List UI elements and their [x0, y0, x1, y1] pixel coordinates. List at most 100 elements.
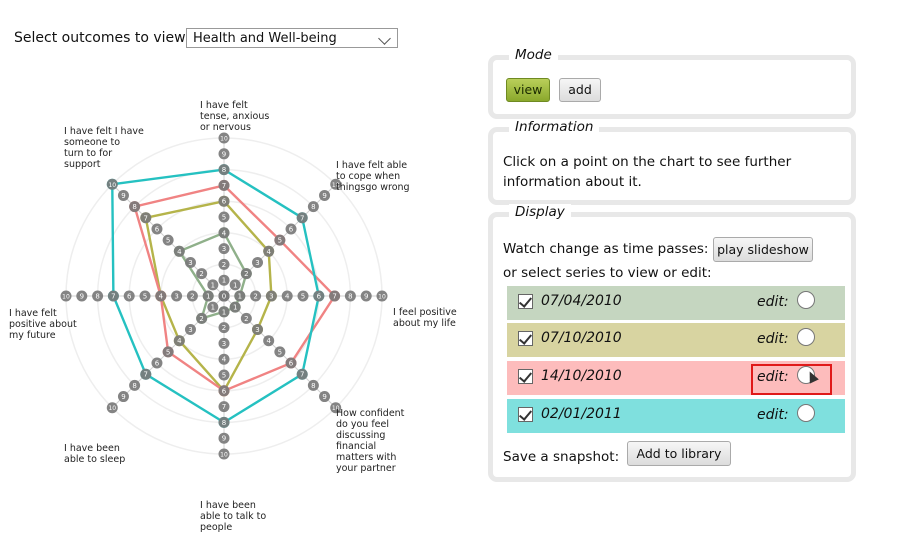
tick-label: 3	[188, 326, 192, 334]
add-to-library-button[interactable]: Add to library	[627, 441, 731, 466]
axis-label-line: my future	[9, 330, 56, 341]
display-legend: Display	[509, 204, 571, 220]
axis-label-line: to cope when	[336, 171, 401, 182]
edit-label: edit:	[757, 294, 789, 310]
view-button[interactable]: view	[506, 78, 550, 102]
tick-label: 10	[108, 405, 116, 412]
tick-label: 3	[255, 326, 259, 334]
series-row: 07/10/2010 edit:	[507, 323, 845, 357]
axis-label-line: I have been	[64, 443, 120, 454]
tick-label: 2	[244, 270, 248, 278]
tick-label: 7	[300, 371, 304, 379]
axis-label-line: people	[200, 522, 233, 533]
tick-label: 4	[285, 293, 290, 301]
tick-label: 8	[311, 203, 315, 211]
tick-label: 5	[166, 348, 170, 356]
tick-label: 2	[253, 293, 257, 301]
tick-label: 2	[199, 315, 203, 323]
edit-radio[interactable]	[797, 291, 815, 309]
axis-label-line: I have felt	[9, 308, 57, 319]
tick-label: 6	[222, 387, 227, 395]
edit-highlight-box	[751, 364, 832, 395]
tick-label: 3	[174, 293, 178, 301]
tick-label: 2	[244, 315, 248, 323]
tick-label: 10	[220, 452, 228, 459]
axis-label: I have been able to sleep	[64, 443, 125, 465]
tick-label: 6	[155, 225, 160, 233]
tick-label: 9	[322, 192, 326, 200]
information-legend: Information	[509, 119, 600, 135]
tick-label: 2	[199, 270, 203, 278]
series-date: 14/10/2010	[541, 368, 622, 384]
tick-label: 8	[311, 382, 315, 390]
axis-label: I feel positive about my life	[393, 307, 457, 329]
tick-label: 1	[222, 308, 226, 316]
tick-label: 4	[177, 248, 182, 256]
tick-label: 5	[166, 237, 170, 245]
series-checkbox[interactable]	[518, 369, 533, 384]
axis-label-line: I feel positive	[393, 307, 457, 318]
series-row: 07/04/2010 edit:	[507, 286, 845, 320]
outcome-select[interactable]: Health and Well-being	[186, 28, 398, 48]
tick-label: 2	[222, 261, 226, 269]
series-date: 07/10/2010	[541, 330, 622, 346]
tick-label: 7	[144, 214, 148, 222]
snapshot-text: Save a snapshot:	[503, 449, 620, 465]
mode-legend: Mode	[509, 47, 558, 63]
tick-label: 5	[278, 348, 282, 356]
tick-label: 9	[222, 150, 226, 158]
tick-label: 3	[269, 293, 273, 301]
tick-label: 7	[144, 371, 148, 379]
tick-label: 5	[301, 293, 305, 301]
series-checkbox[interactable]	[518, 407, 533, 422]
axis-label-line: How confident	[336, 408, 405, 419]
tick-label: 3	[222, 340, 226, 348]
axis-label: I have felt positive about my future	[9, 308, 77, 341]
mode-panel: Mode view add	[488, 47, 856, 119]
tick-label: 7	[300, 214, 304, 222]
edit-radio[interactable]	[797, 404, 815, 422]
axis-label-line: support	[64, 159, 101, 170]
tick-label: 6	[222, 198, 227, 206]
tick-label: 2	[222, 324, 226, 332]
tick-label: 1	[222, 277, 226, 285]
tick-label: 8	[222, 166, 226, 174]
tick-label: 7	[332, 293, 336, 301]
axis-label-line: or nervous	[200, 122, 251, 133]
add-button[interactable]: add	[559, 78, 601, 102]
tick-label: 2	[190, 293, 194, 301]
axis-label-line: do you feel	[336, 419, 390, 430]
tick-label: 4	[266, 337, 271, 345]
tick-label: 9	[222, 435, 226, 443]
tick-label: 10	[62, 294, 70, 301]
display-panel: Display Watch change as time passes: pla…	[488, 204, 856, 482]
tick-label: 8	[95, 293, 99, 301]
axis-label-line: someone to	[64, 137, 121, 148]
tick-label: 5	[143, 293, 147, 301]
tick-label: 8	[222, 419, 226, 427]
axis-label-line: positive about	[9, 319, 77, 330]
series-checkbox[interactable]	[518, 331, 533, 346]
tick-label: 1	[233, 281, 237, 289]
play-slideshow-button[interactable]: play slideshow	[713, 237, 813, 262]
edit-radio[interactable]	[797, 328, 815, 346]
axis-label-line: tense, anxious	[200, 111, 270, 122]
axis-label-line: thingsgo wrong	[336, 182, 410, 193]
series-row: 02/01/2011 edit:	[507, 399, 845, 433]
tick-label: 6	[317, 293, 322, 301]
outcome-select-value: Health and Well-being	[193, 31, 337, 46]
tick-label: 8	[348, 293, 352, 301]
tick-label: 9	[364, 293, 368, 301]
edit-label: edit:	[757, 407, 789, 423]
tick-label: 8	[132, 203, 136, 211]
axis-label-line: I have been	[200, 500, 256, 511]
tick-label: 7	[111, 293, 115, 301]
tick-label: 0	[222, 293, 226, 301]
chevron-down-icon	[378, 32, 391, 45]
tick-label: 1	[211, 281, 215, 289]
series-date: 02/01/2011	[541, 406, 622, 422]
series-checkbox[interactable]	[518, 294, 533, 309]
axis-label-line: financial	[336, 441, 377, 452]
information-text: Click on a point on the chart to see fur…	[503, 154, 792, 190]
edit-label: edit:	[757, 331, 789, 347]
